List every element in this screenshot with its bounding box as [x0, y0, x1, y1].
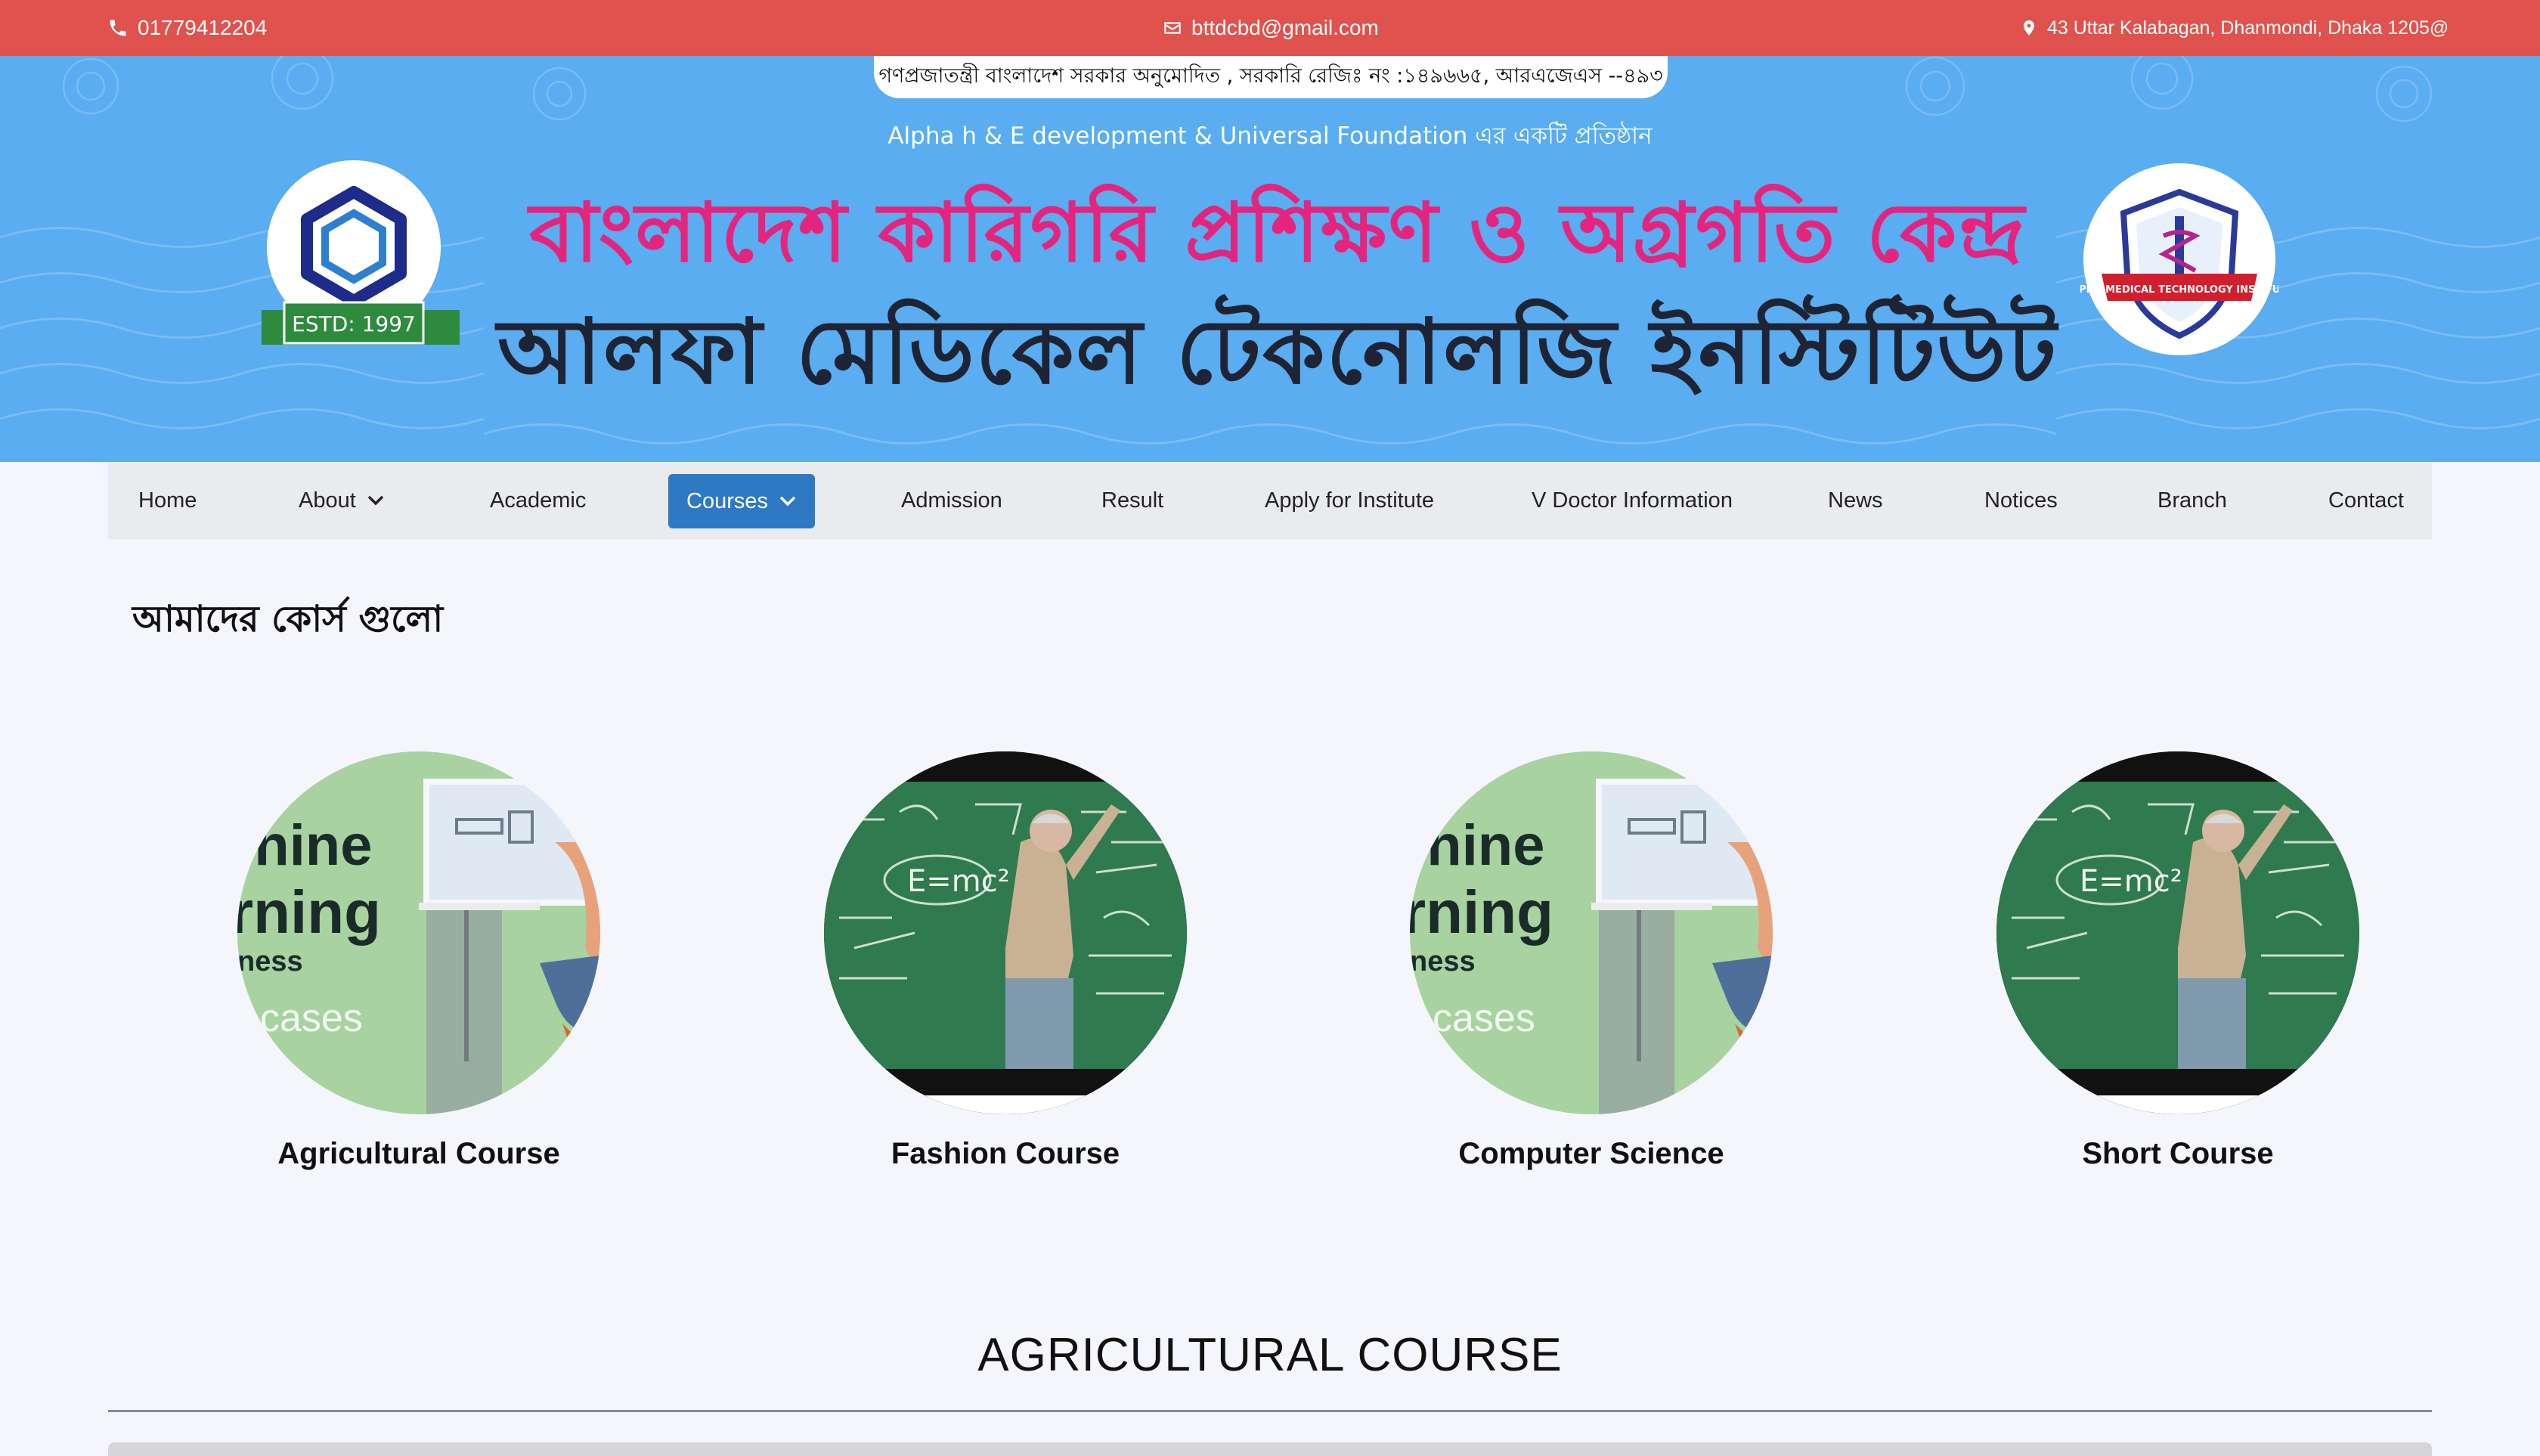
- government-approval-notice: গণপ্রজাতন্ত্রী বাংলাদেশ সরকার অনুমোদিত ,…: [874, 56, 1668, 98]
- phone-contact[interactable]: 01779412204: [107, 0, 267, 56]
- courses-section: আমাদের কোর্স গুলো chine rning ness cases…: [108, 539, 2432, 1259]
- nav-courses-label: Courses: [686, 488, 768, 513]
- institute-logo-left[interactable]: ESTD: 1997: [262, 160, 460, 358]
- envelope-icon: [1164, 22, 1181, 34]
- ml-illustration: chine rning ness cases: [237, 751, 600, 1114]
- ml-text-1: chine: [1410, 813, 1545, 878]
- address-text: 43 Uttar Kalabagan, Dhanmondi, Dhaka 120…: [2047, 17, 2449, 39]
- ml-text-3: ness: [1410, 946, 1476, 977]
- nav-news[interactable]: News: [1828, 462, 1883, 539]
- main-navigation: Home About Academic Courses Admission Re…: [108, 462, 2432, 539]
- nav-apply-institute[interactable]: Apply for Institute: [1265, 462, 1434, 539]
- chalkboard-photo: E=mc²: [1996, 751, 2359, 1114]
- nav-branch[interactable]: Branch: [2157, 462, 2227, 539]
- nav-admission[interactable]: Admission: [901, 462, 1002, 539]
- nav-v-doctor-label: V Doctor Information: [1532, 488, 1733, 513]
- nav-home[interactable]: Home: [138, 462, 197, 539]
- top-contact-bar: 01779412204 bttdcbd@gmail.com 43 Uttar K…: [0, 0, 2540, 56]
- nav-news-label: News: [1828, 488, 1883, 513]
- course-card-computer-science[interactable]: chine rning ness cases Computer Science: [1410, 751, 1773, 1171]
- email-address: bttdcbd@gmail.com: [1191, 16, 1379, 39]
- course-image-ml[interactable]: chine rning ness cases: [1410, 751, 1773, 1114]
- chevron-down-icon: [367, 495, 384, 506]
- nav-about-label: About: [299, 488, 356, 513]
- right-logo-text: ALPHA MEDICAL TECHNOLOGY INSTITUTE: [2080, 284, 2278, 296]
- nav-admission-label: Admission: [901, 488, 1002, 513]
- nav-home-label: Home: [138, 488, 197, 513]
- chevron-down-icon: [779, 496, 796, 507]
- ml-text-2: rning: [1410, 878, 1553, 946]
- nav-v-doctor[interactable]: V Doctor Information: [1532, 462, 1733, 539]
- course-title[interactable]: Fashion Course: [824, 1137, 1187, 1171]
- chalkboard-photo: E=mc²: [824, 751, 1187, 1114]
- gov-notice-text: গণপ্রজাতন্ত্রী বাংলাদেশ সরকার অনুমোদিত ,…: [878, 64, 1663, 88]
- ml-illustration: chine rning ness cases: [1410, 751, 1773, 1114]
- content-card-top-edge: [108, 1442, 2432, 1456]
- course-card-agricultural[interactable]: chine rning ness cases Agricultural Cour…: [237, 751, 600, 1171]
- course-image-chalkboard[interactable]: E=mc²: [1996, 751, 2359, 1114]
- ml-text-1: chine: [237, 813, 373, 878]
- course-title[interactable]: Agricultural Course: [237, 1137, 600, 1171]
- nav-result[interactable]: Result: [1101, 462, 1163, 539]
- map-pin-icon: [2024, 20, 2034, 36]
- email-contact[interactable]: bttdcbd@gmail.com: [1163, 0, 1379, 56]
- estd-label: ESTD: 1997: [292, 311, 416, 336]
- nav-apply-institute-label: Apply for Institute: [1265, 488, 1435, 513]
- course-title[interactable]: Computer Science: [1410, 1137, 1773, 1171]
- course-image-ml[interactable]: chine rning ness cases: [237, 751, 600, 1114]
- course-title[interactable]: Short Course: [1996, 1137, 2359, 1171]
- nav-courses[interactable]: Courses: [668, 474, 815, 528]
- nav-notices-label: Notices: [1984, 488, 2058, 513]
- courses-heading: আমাদের কোর্স গুলো: [132, 598, 444, 640]
- institute-subtitle-bengali: আলফা মেডিকেল টেকনোলজি ইনস্টিটিউট: [497, 299, 2058, 404]
- phone-number: 01779412204: [138, 16, 268, 39]
- course-card-short[interactable]: E=mc² Short Course: [1996, 751, 2359, 1171]
- nav-about[interactable]: About: [299, 462, 385, 539]
- nav-result-label: Result: [1101, 488, 1164, 513]
- section-divider: [108, 1410, 2432, 1412]
- phone-icon: [110, 20, 126, 36]
- ml-text-4: cases: [1433, 996, 1535, 1040]
- course-card-fashion[interactable]: E=mc² Fashion Course: [824, 751, 1187, 1171]
- emc2-text: E=mc²: [907, 864, 1010, 899]
- ml-text-2: rning: [237, 878, 381, 946]
- institute-logo-right[interactable]: ALPHA MEDICAL TECHNOLOGY INSTITUTE: [2080, 160, 2278, 358]
- ml-text-4: cases: [260, 996, 363, 1040]
- ml-text-3: ness: [237, 946, 303, 977]
- nav-academic-label: Academic: [490, 488, 587, 513]
- foundation-subtitle: Alpha h & E development & Universal Foun…: [887, 122, 1653, 150]
- agricultural-course-heading: AGRICULTURAL COURSE: [977, 1329, 1563, 1381]
- header-banner: গণপ্রজাতন্ত্রী বাংলাদেশ সরকার অনুমোদিত ,…: [0, 56, 2540, 462]
- nav-contact[interactable]: Contact: [2328, 462, 2404, 539]
- nav-contact-label: Contact: [2328, 488, 2404, 513]
- emc2-text: E=mc²: [2080, 864, 2182, 899]
- address-contact: 43 Uttar Kalabagan, Dhanmondi, Dhaka 120…: [2020, 0, 2449, 56]
- nav-notices[interactable]: Notices: [1984, 462, 2058, 539]
- course-image-chalkboard[interactable]: E=mc²: [824, 751, 1187, 1114]
- nav-academic[interactable]: Academic: [490, 462, 586, 539]
- nav-branch-label: Branch: [2157, 488, 2227, 513]
